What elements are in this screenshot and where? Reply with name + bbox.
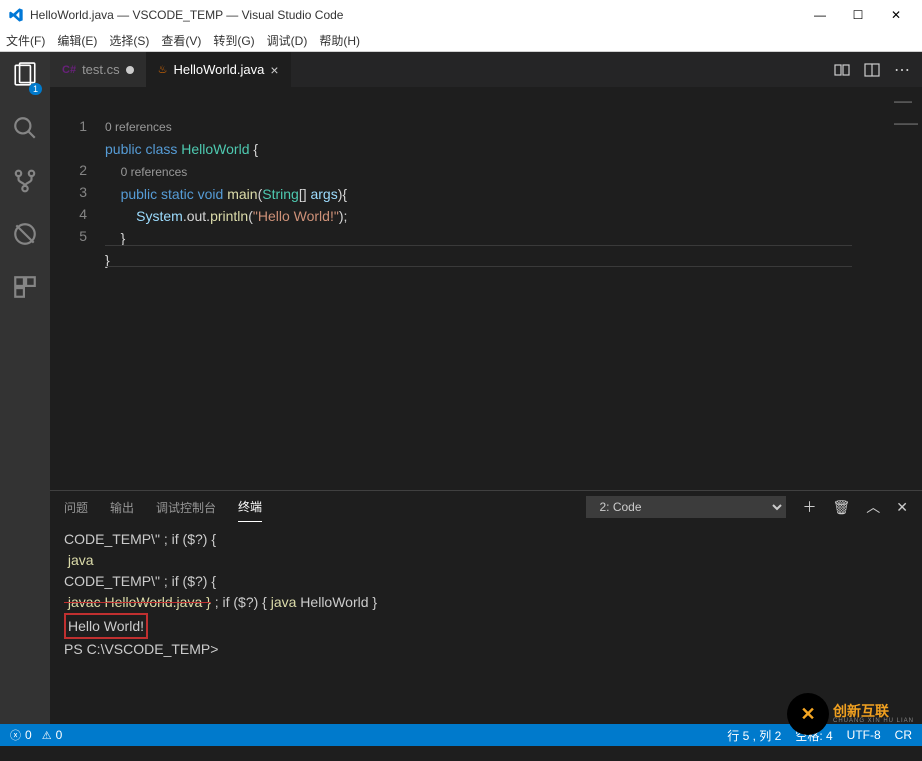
watermark-logo-icon: ✕ [787, 693, 829, 735]
tab-label: HelloWorld.java [174, 62, 265, 77]
new-terminal-icon[interactable]: ＋ [802, 497, 816, 517]
editor-tabs: C# test.cs ♨ HelloWorld.java × ⋯ [50, 52, 922, 87]
terminal-selector[interactable]: 2: Code [586, 496, 786, 518]
code-content[interactable]: 0 references public class HelloWorld { 0… [105, 93, 922, 490]
watermark-brand: 创新互联 [833, 704, 914, 718]
menu-select[interactable]: 选择(S) [109, 32, 149, 49]
window-controls: — ☐ ✕ [810, 8, 914, 22]
close-panel-icon[interactable]: ✕ [896, 499, 908, 516]
panel-tab-terminal[interactable]: 终端 [238, 492, 262, 522]
status-bar: ⓧ0 ⚠0 行 5 , 列 2 空格: 4 UTF-8 CR [0, 724, 922, 746]
menu-view[interactable]: 查看(V) [161, 32, 201, 49]
menu-goto[interactable]: 转到(G) [213, 32, 254, 49]
explorer-icon[interactable]: 1 [12, 62, 38, 93]
close-tab-icon[interactable]: × [270, 62, 278, 78]
tab-label: test.cs [82, 62, 120, 77]
status-warnings[interactable]: ⚠0 [42, 728, 63, 742]
panel-actions: 2: Code ＋ 🗑 ︿ ✕ [586, 496, 908, 518]
menu-debug[interactable]: 调试(D) [267, 32, 308, 49]
activity-bar: 1 [0, 52, 50, 724]
status-left: ⓧ0 ⚠0 [10, 727, 62, 743]
extensions-icon[interactable] [12, 274, 38, 305]
error-icon: ⓧ [10, 727, 21, 743]
java-icon: ♨ [158, 63, 168, 76]
tab-helloworld-java[interactable]: ♨ HelloWorld.java × [146, 52, 291, 87]
debug-icon[interactable] [12, 221, 38, 252]
close-button[interactable]: ✕ [886, 8, 906, 22]
watermark-sub: CHUANG XIN HU LIAN [833, 718, 914, 724]
search-icon[interactable] [12, 115, 38, 146]
main-area: 1 C# test.cs ♨ HelloWorld.java × [0, 52, 922, 724]
panel-tab-output[interactable]: 输出 [110, 493, 134, 522]
compare-icon[interactable] [834, 62, 850, 78]
more-actions-icon[interactable]: ⋯ [894, 60, 910, 80]
maximize-button[interactable]: ☐ [848, 8, 868, 22]
editor-area: C# test.cs ♨ HelloWorld.java × ⋯ 1 [50, 52, 922, 724]
split-editor-icon[interactable] [864, 62, 880, 78]
line-numbers: 1 2 3 4 5 [50, 93, 105, 490]
maximize-panel-icon[interactable]: ︿ [866, 497, 880, 517]
menu-help[interactable]: 帮助(H) [319, 32, 360, 49]
dirty-indicator-icon [126, 66, 134, 74]
status-errors[interactable]: ⓧ0 [10, 727, 32, 743]
watermark: ✕ 创新互联 CHUANG XIN HU LIAN [787, 693, 914, 735]
panel-tab-debug-console[interactable]: 调试控制台 [156, 493, 216, 522]
current-line-highlight [105, 245, 852, 267]
menu-bar: 文件(F) 编辑(E) 选择(S) 查看(V) 转到(G) 调试(D) 帮助(H… [0, 30, 922, 52]
minimap[interactable]: ▬▬▬▬▬▬▬ [894, 91, 918, 135]
warning-icon: ⚠ [42, 729, 52, 742]
code-editor[interactable]: 1 2 3 4 5 0 references public class Hell… [50, 87, 922, 490]
highlighted-output: Hello World! [64, 613, 148, 639]
window-title: HelloWorld.java — VSCODE_TEMP — Visual S… [30, 8, 810, 22]
tab-test-cs[interactable]: C# test.cs [50, 52, 146, 87]
panel-tabs: 问题 输出 调试控制台 终端 2: Code ＋ 🗑 ︿ ✕ [50, 491, 922, 523]
source-control-icon[interactable] [12, 168, 38, 199]
panel-tab-problems[interactable]: 问题 [64, 493, 88, 522]
vscode-icon [8, 7, 24, 23]
explorer-badge: 1 [29, 83, 42, 95]
minimize-button[interactable]: — [810, 8, 830, 22]
kill-terminal-icon[interactable]: 🗑 [832, 499, 850, 516]
bottom-panel: 问题 输出 调试控制台 终端 2: Code ＋ 🗑 ︿ ✕ CODE_TEMP… [50, 490, 922, 724]
csharp-icon: C# [62, 64, 76, 76]
status-cursor-position[interactable]: 行 5 , 列 2 [727, 727, 781, 744]
title-bar: HelloWorld.java — VSCODE_TEMP — Visual S… [0, 0, 922, 30]
menu-file[interactable]: 文件(F) [6, 32, 45, 49]
menu-edit[interactable]: 编辑(E) [57, 32, 97, 49]
tab-actions: ⋯ [834, 52, 922, 87]
